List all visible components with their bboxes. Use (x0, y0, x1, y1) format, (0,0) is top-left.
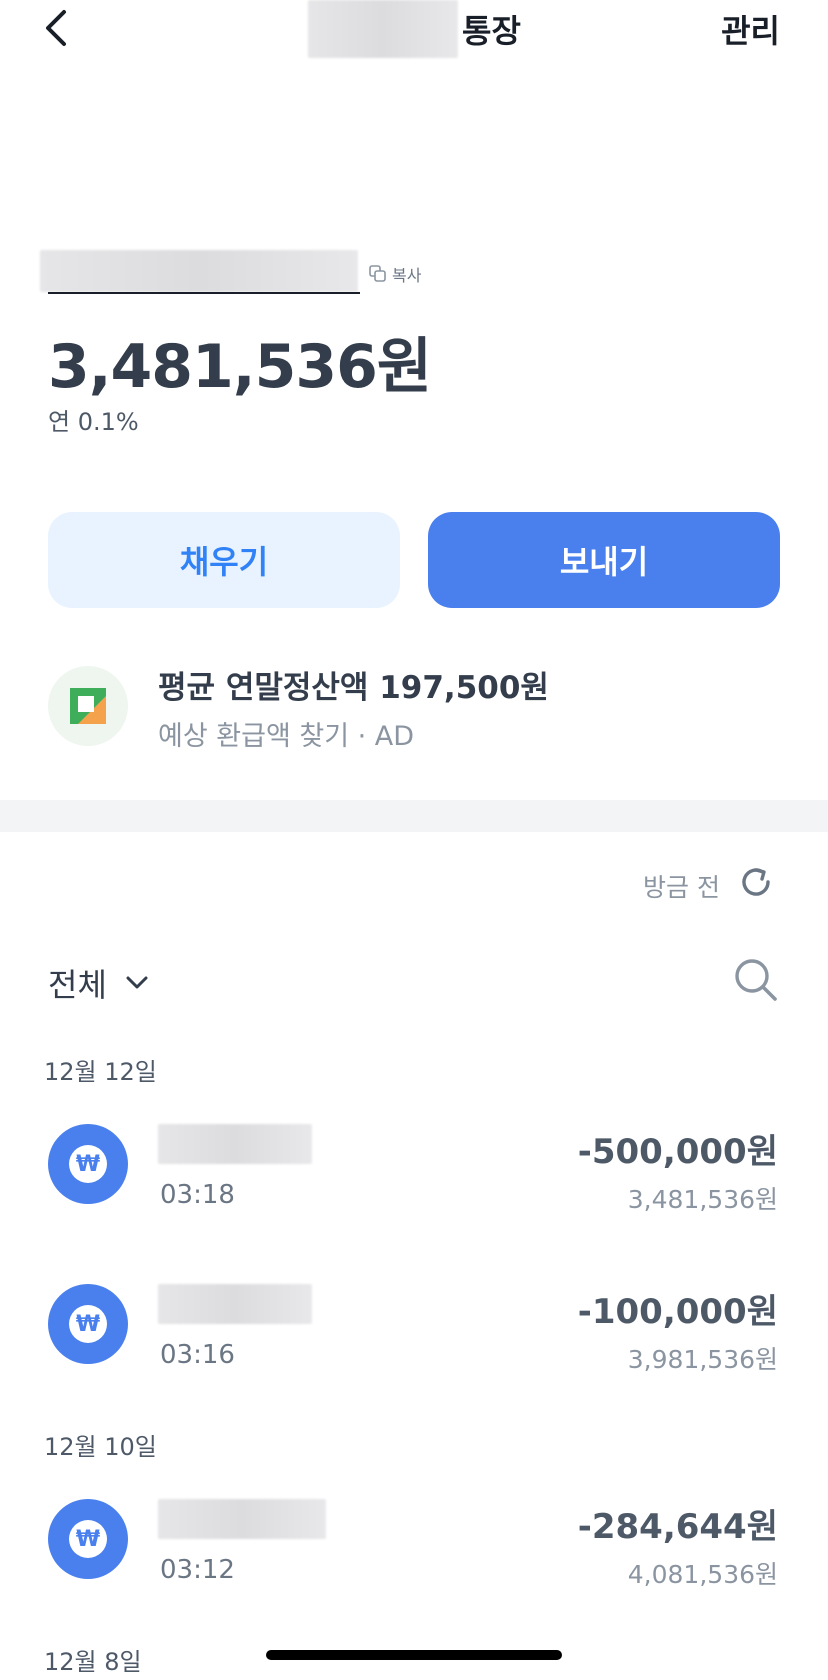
copy-icon (369, 265, 386, 282)
refresh-icon (742, 868, 770, 896)
manage-button[interactable]: 관리 (721, 6, 780, 52)
date-header: 12월 8일 (44, 1648, 142, 1676)
transaction-name-redacted (158, 1284, 312, 1324)
transaction-row[interactable]: ₩ 03:16 -100,000원 3,981,536원 (0, 1284, 828, 1384)
transaction-row[interactable]: ₩ 03:12 -284,644원 4,081,536원 (0, 1499, 828, 1599)
ad-title[interactable]: 평균 연말정산액 197,500원 (158, 662, 549, 707)
date-header: 12월 12일 (44, 1058, 157, 1086)
transaction-row[interactable]: ₩ 03:18 -500,000원 3,481,536원 (0, 1124, 828, 1224)
date-header: 12월 10일 (44, 1433, 157, 1461)
transaction-time: 03:18 (160, 1180, 235, 1210)
fill-button[interactable]: 채우기 (48, 512, 400, 608)
transaction-amount: -500,000원 (577, 1132, 778, 1172)
chevron-left-icon (46, 10, 66, 46)
transaction-name-redacted (158, 1499, 326, 1539)
interest-rate: 연 0.1% (48, 408, 139, 436)
section-divider (0, 800, 828, 832)
app-header: 통장 관리 (0, 0, 828, 64)
ad-logo-icon[interactable] (48, 666, 128, 746)
transaction-time: 03:16 (160, 1340, 235, 1370)
transaction-balance: 4,081,536원 (627, 1560, 778, 1589)
search-button[interactable] (732, 956, 780, 1004)
chevron-down-icon (126, 976, 148, 989)
transaction-time: 03:12 (160, 1555, 235, 1585)
last-updated-label: 방금 전 (643, 873, 720, 902)
transaction-amount: -100,000원 (577, 1292, 778, 1332)
home-indicator (266, 1650, 562, 1660)
transaction-amount: -284,644원 (577, 1507, 778, 1547)
refresh-button[interactable] (736, 862, 776, 902)
search-icon (735, 959, 777, 1001)
transaction-balance: 3,481,536원 (627, 1185, 778, 1214)
ad-subtitle[interactable]: 예상 환급액 찾기 · AD (158, 714, 414, 753)
account-number-underline (48, 292, 360, 294)
send-button[interactable]: 보내기 (428, 512, 780, 608)
won-icon: ₩ (69, 1305, 107, 1343)
transaction-balance: 3,981,536원 (627, 1345, 778, 1374)
back-button[interactable] (40, 6, 80, 50)
filter-label: 전체 (48, 966, 107, 1004)
transaction-name-redacted (158, 1124, 312, 1164)
filter-dropdown[interactable]: 전체 (48, 960, 149, 1006)
account-number-redacted (40, 250, 358, 292)
transaction-icon: ₩ (48, 1124, 128, 1204)
transaction-icon: ₩ (48, 1499, 128, 1579)
copy-button[interactable]: 복사 (368, 262, 421, 286)
copy-label: 복사 (392, 266, 422, 285)
won-icon: ₩ (69, 1145, 107, 1183)
won-icon: ₩ (69, 1520, 107, 1558)
account-balance: 3,481,536원 (48, 332, 432, 402)
transaction-icon: ₩ (48, 1284, 128, 1364)
account-name-redacted (308, 0, 458, 58)
page-title: 통장 (462, 12, 521, 50)
